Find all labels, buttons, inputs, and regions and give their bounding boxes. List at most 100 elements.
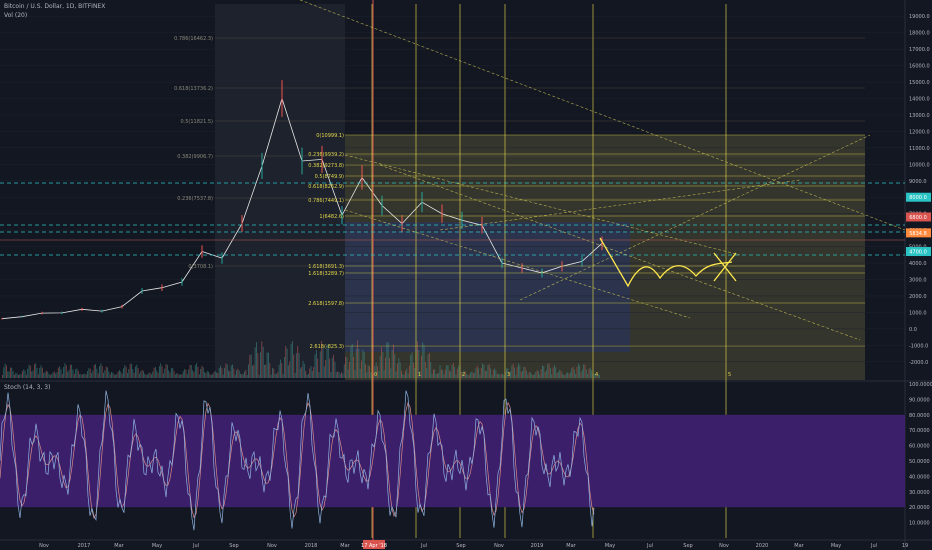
price-axis-label: 12000.0 <box>909 129 930 135</box>
volume-bar <box>61 374 63 378</box>
volume-bar <box>306 374 308 378</box>
volume-bar <box>240 373 241 378</box>
volume-bar <box>386 342 388 378</box>
volume-bar <box>12 371 14 378</box>
volume-bar <box>456 368 458 378</box>
volume-bar <box>37 374 39 378</box>
volume-bar <box>80 374 82 378</box>
volume-bar <box>560 370 562 378</box>
fib-old-label: 0.382(9906.7) <box>177 154 213 160</box>
volume-bar <box>21 371 23 378</box>
volume-bar <box>214 371 216 378</box>
volume-bar <box>197 366 199 378</box>
volume-bar <box>217 372 219 378</box>
time-axis-label: Jul <box>870 543 877 549</box>
volume-bar <box>430 361 432 378</box>
volume-bar <box>208 371 210 378</box>
volume-bar <box>330 371 332 378</box>
volume-bar <box>28 364 30 378</box>
volume-bar <box>181 374 183 378</box>
volume-bar <box>547 364 549 378</box>
volume-bar <box>551 374 553 378</box>
volume-bar <box>277 372 279 378</box>
fib-level-label: 2.618(1597.8) <box>308 301 344 307</box>
volume-bar <box>427 354 429 378</box>
volume-bar <box>185 369 187 378</box>
volume-bar <box>170 368 172 378</box>
volume-bar <box>423 345 425 378</box>
stoch-axis-label: 70.0000 <box>909 428 930 434</box>
volume-bar <box>599 374 601 378</box>
fib-level-label: 1.618(3289.7) <box>308 271 344 277</box>
price-axis-label: 2000.0 <box>909 294 927 300</box>
volume-bar <box>503 374 505 378</box>
volume-bar <box>355 348 357 378</box>
volume-bar <box>68 369 70 378</box>
volume-bar <box>444 369 446 378</box>
fib-old-label: 0(3708.1) <box>188 264 213 270</box>
fib-level-label: 0.618(8262.9) <box>308 184 344 190</box>
volume-bar <box>198 374 200 378</box>
volume-bar <box>59 366 61 378</box>
volume-bar <box>545 370 547 378</box>
volume-bar <box>273 368 275 378</box>
volume-bar <box>472 372 474 378</box>
volume-bar <box>530 372 531 378</box>
volume-bar <box>565 373 567 378</box>
wave-label: 1 <box>418 372 421 378</box>
volume-bar <box>451 365 453 378</box>
volume-bar <box>32 370 34 378</box>
volume-bar <box>331 357 333 378</box>
volume-bar <box>591 370 593 378</box>
volume-bar <box>99 366 100 378</box>
volume-bar <box>249 355 251 378</box>
volume-bar <box>369 366 370 378</box>
volume-bar <box>172 367 174 378</box>
price-axis-label: 1000.0 <box>909 310 927 316</box>
volume-bar <box>323 366 325 378</box>
volume-bar <box>434 369 436 378</box>
volume-bar <box>450 371 452 378</box>
volume-bar <box>218 367 220 378</box>
volume-bar <box>39 367 41 378</box>
volume-bar <box>79 374 81 378</box>
volume-bar <box>107 367 108 378</box>
volume-bar <box>325 359 327 378</box>
time-axis-label: 2018 <box>305 543 318 549</box>
volume-bar <box>91 372 93 378</box>
volume-bar <box>556 372 558 378</box>
volume-bar <box>141 369 143 378</box>
volume-bar <box>383 369 385 378</box>
volume-bar <box>229 371 231 378</box>
volume-bar <box>334 361 336 378</box>
volume-bar <box>213 372 215 378</box>
volume-bar <box>142 371 144 378</box>
volume-bar <box>9 367 11 378</box>
volume-bar <box>335 372 337 378</box>
volume-bar <box>77 370 79 378</box>
time-axis-label: Mar <box>794 543 804 549</box>
volume-bar <box>97 373 99 378</box>
stoch-axis-label: 10.0000 <box>909 521 930 527</box>
volume-bar <box>426 368 428 378</box>
price-tag-label: 6800.0 <box>909 215 927 221</box>
volume-bar <box>83 374 85 378</box>
stoch-axis-label: 40.0000 <box>909 474 930 480</box>
volume-bar <box>540 369 542 378</box>
price-axis-label: 13000.0 <box>909 113 930 119</box>
volume-bar <box>4 363 6 378</box>
volume-bar <box>349 361 351 378</box>
volume-bar <box>109 374 111 378</box>
volume-bar <box>310 366 312 378</box>
volume-bar <box>13 374 15 378</box>
volume-bar <box>552 367 554 378</box>
volume-bar <box>487 365 489 378</box>
volume-bar <box>291 341 293 378</box>
volume-bar <box>178 374 180 378</box>
volume-bar <box>168 370 170 378</box>
volume-bar <box>153 367 155 378</box>
stoch-axis-label: 50.0000 <box>909 459 930 465</box>
volume-bar <box>47 371 49 378</box>
volume-bar <box>454 366 456 378</box>
price-axis-label: 18000.0 <box>909 31 930 37</box>
